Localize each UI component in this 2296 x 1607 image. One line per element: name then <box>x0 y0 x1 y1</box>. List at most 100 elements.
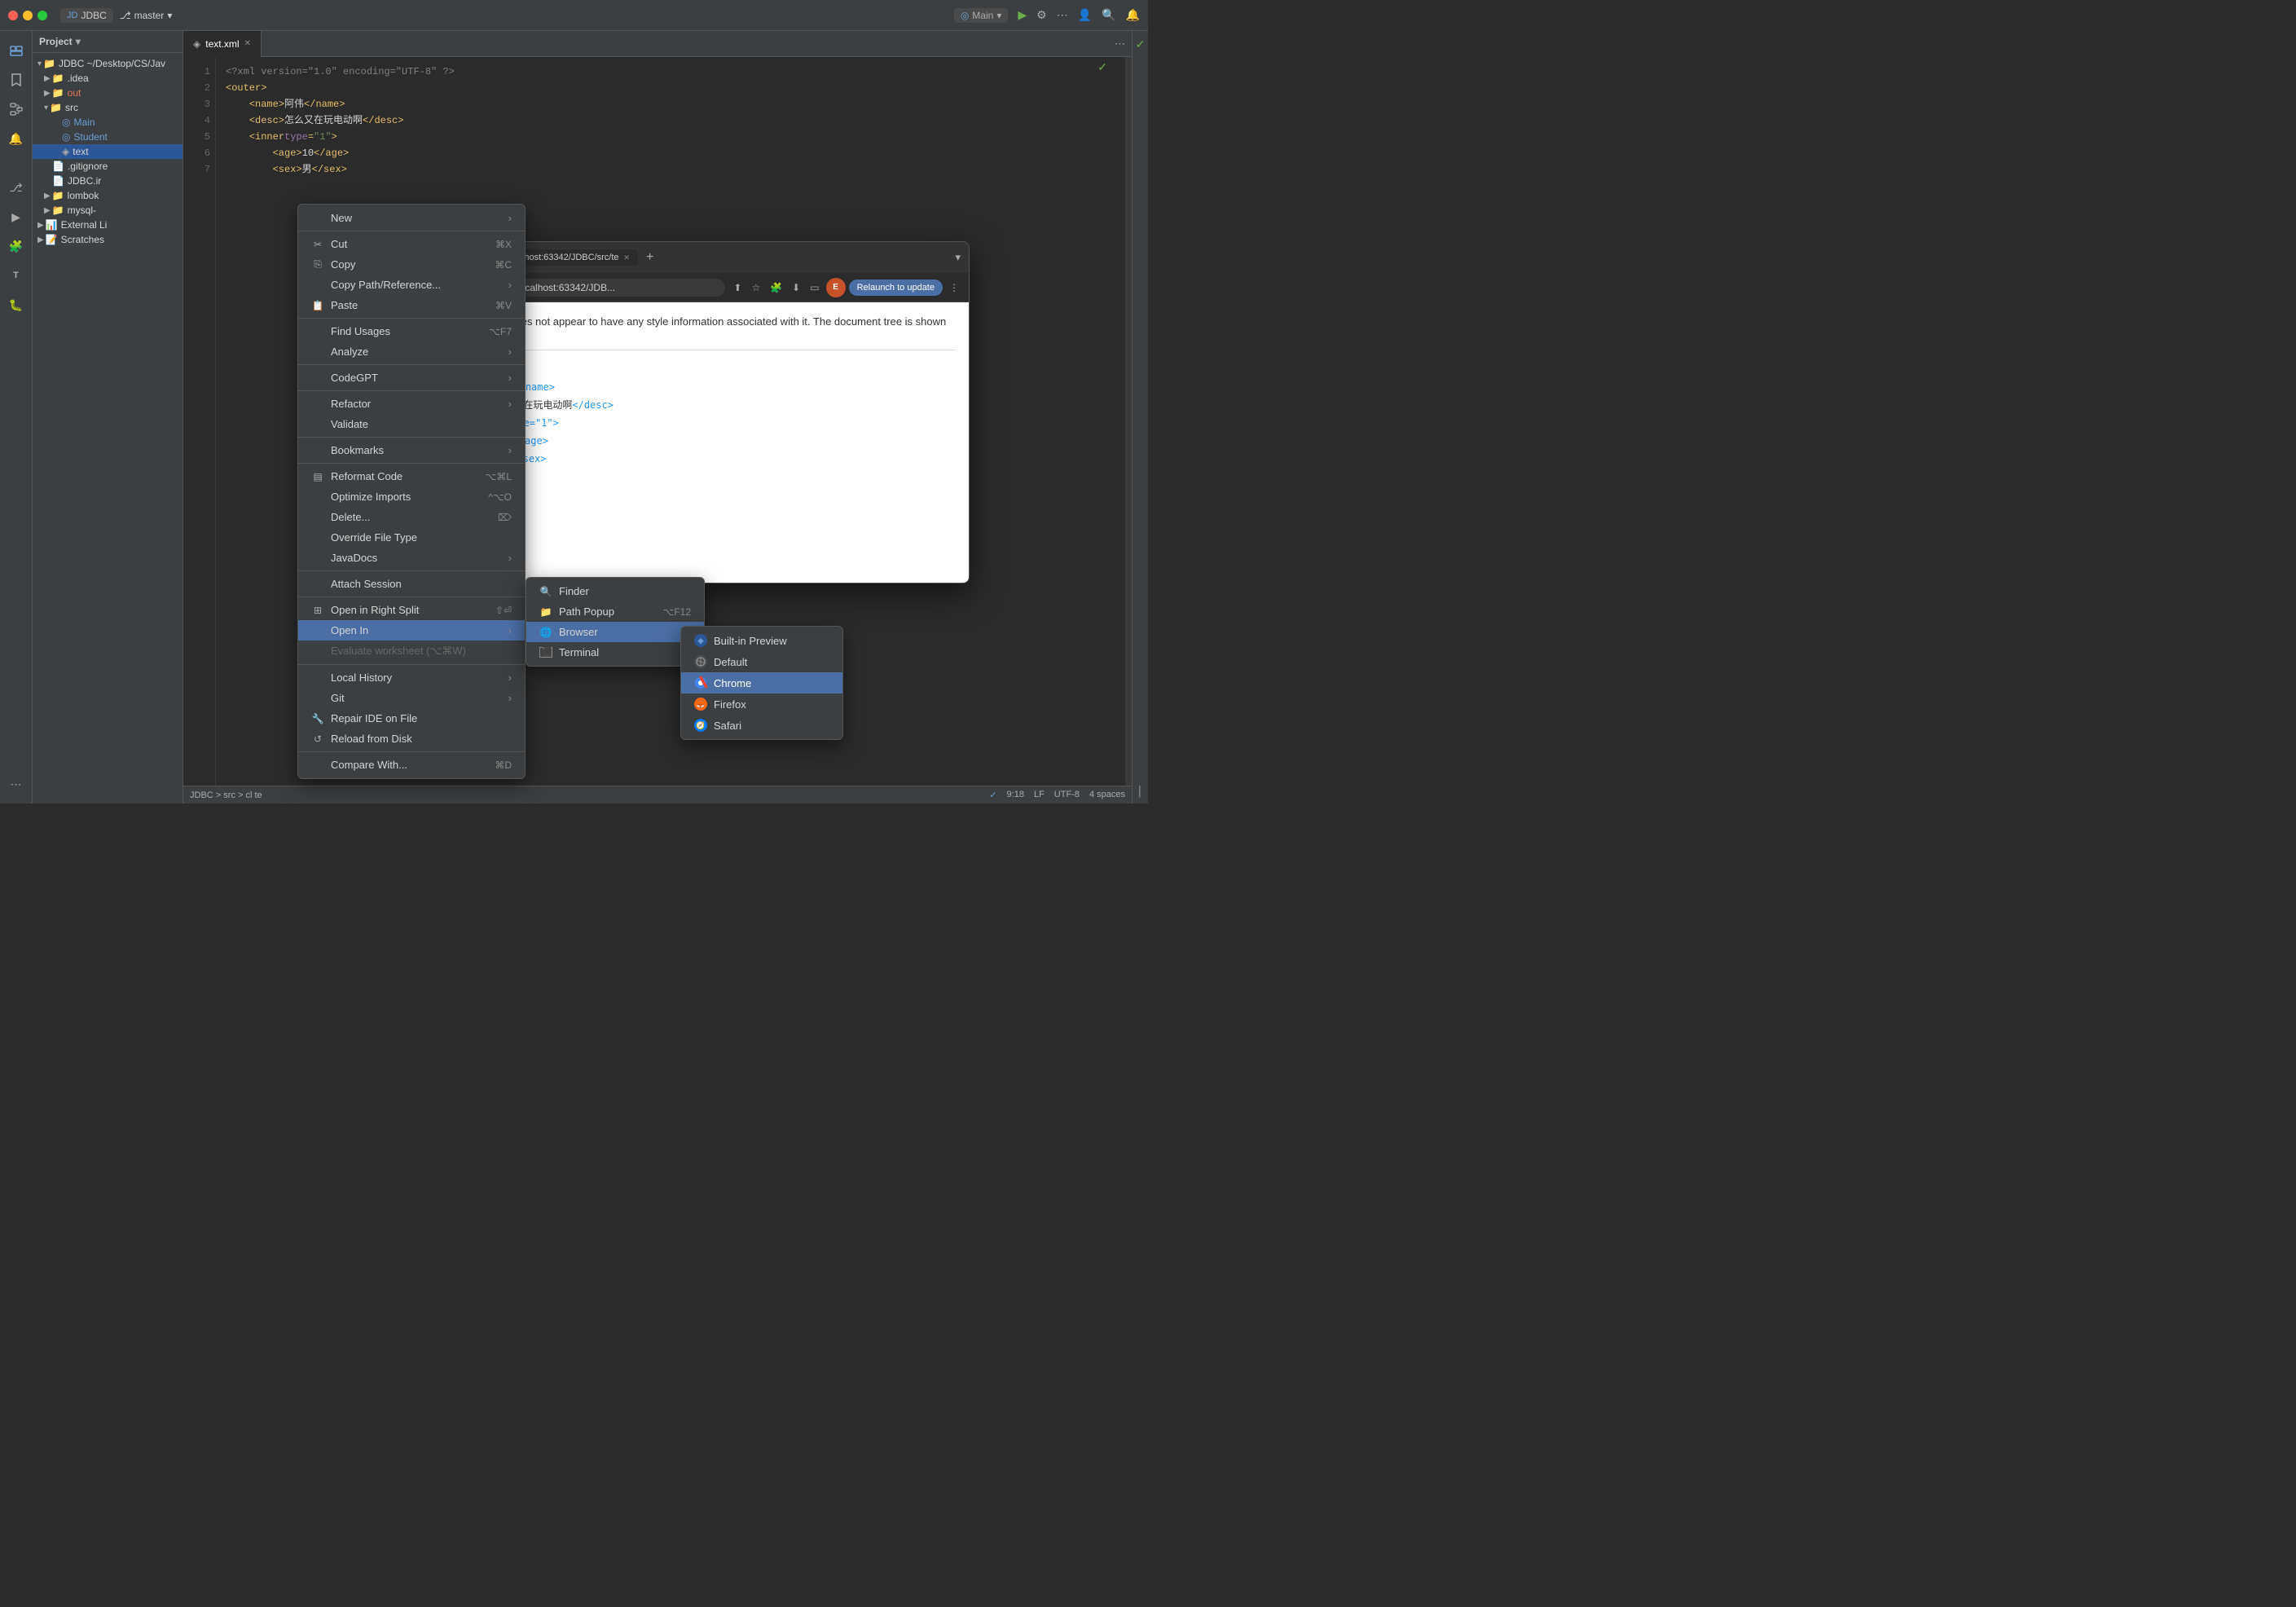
menu-item-attach-session[interactable]: Attach Session <box>298 574 525 594</box>
sidebar-icon-more[interactable]: ⋯ <box>3 771 29 797</box>
browser-item-safari[interactable]: 🧭 Safari <box>681 715 842 736</box>
browser-item-firefox[interactable]: 🦊 Firefox <box>681 693 842 715</box>
tree-item-mysql[interactable]: ▶ 📁 mysql- <box>33 203 183 218</box>
cursor-position[interactable]: 9:18 <box>1007 790 1024 800</box>
menu-item-copy-path[interactable]: Copy Path/Reference... › <box>298 275 525 295</box>
menu-item-bookmarks[interactable]: Bookmarks › <box>298 440 525 460</box>
browser-item-chrome[interactable]: Chrome <box>681 672 842 693</box>
tree-item-out[interactable]: ▶ 📁 out <box>33 86 183 100</box>
menu-separator-6 <box>298 463 525 464</box>
menu-item-compare[interactable]: Compare With... ⌘D <box>298 755 525 775</box>
code-line-5: <inner type="1"> <box>226 129 1115 145</box>
submenu-item-path-popup[interactable]: 📁 Path Popup ⌥F12 <box>526 601 704 622</box>
tree-item-external[interactable]: ▶ 📊 External Li <box>33 218 183 232</box>
menu-item-javadocs[interactable]: JavaDocs › <box>298 548 525 568</box>
submenu-item-terminal[interactable]: ⬛ Terminal <box>526 642 704 663</box>
vertical-scrollbar[interactable] <box>1125 57 1132 786</box>
project-tree: ▾ 📁 JDBC ~/Desktop/CS/Jav ▶ 📁 .idea ▶ 📁 … <box>33 53 183 804</box>
sidebar-icon-git[interactable]: ⎇ <box>3 174 29 200</box>
menu-item-codegpt[interactable]: CodeGPT › <box>298 368 525 388</box>
tree-item-jdbcir[interactable]: 📄 JDBC.ir <box>33 174 183 188</box>
extensions-button[interactable]: 🧩 <box>767 279 785 297</box>
sidebar-icon-run[interactable]: ▶ <box>3 204 29 230</box>
right-panel-icon-1[interactable]: ✓ <box>1133 34 1149 55</box>
sidebar-icon-project[interactable] <box>3 37 29 64</box>
menu-item-optimize[interactable]: Optimize Imports ^⌥O <box>298 487 525 507</box>
profile-button[interactable]: 👤 <box>1078 8 1092 22</box>
tab-more-button[interactable]: ⋯ <box>1108 37 1132 51</box>
tree-item-scratches[interactable]: ▶ 📝 Scratches <box>33 232 183 247</box>
menu-item-cut[interactable]: ✂ Cut ⌘X <box>298 234 525 254</box>
run-config-label[interactable]: ◎ Main ▾ <box>954 8 1009 23</box>
tree-item-gitignore[interactable]: 📄 .gitignore <box>33 159 183 174</box>
menu-item-open-right-split[interactable]: ⊞ Open in Right Split ⇧⏎ <box>298 600 525 620</box>
share-button[interactable]: ⬆ <box>730 279 745 297</box>
file-encoding[interactable]: UTF-8 <box>1054 790 1080 800</box>
menu-item-local-history[interactable]: Local History › <box>298 667 525 688</box>
branch-name: master <box>134 10 165 21</box>
xml-tag: </name> <box>304 96 345 112</box>
tree-item-jdbc[interactable]: ▾ 📁 JDBC ~/Desktop/CS/Jav <box>33 56 183 71</box>
tree-item-main[interactable]: ◎ Main <box>33 115 183 130</box>
sidebar-icon-notifications[interactable]: 🔔 <box>3 125 29 152</box>
right-panel-icon-2[interactable]: │ <box>1134 782 1147 800</box>
close-button[interactable] <box>8 11 18 20</box>
sidebar-icon-debug[interactable]: 🐛 <box>3 292 29 318</box>
branch-label[interactable]: ⎇ master ▾ <box>120 10 173 21</box>
indent-setting[interactable]: 4 spaces <box>1089 790 1125 800</box>
sidebar-icon-plugins[interactable]: 🧩 <box>3 233 29 259</box>
minimize-button[interactable] <box>23 11 33 20</box>
tree-item-student[interactable]: ◎ Student <box>33 130 183 144</box>
menu-item-find-usages[interactable]: Find Usages ⌥F7 <box>298 321 525 341</box>
tree-label: JDBC ~/Desktop/CS/Jav <box>59 58 165 69</box>
bookmark-button[interactable]: ☆ <box>748 279 763 297</box>
editor-tab-text-xml[interactable]: ◈ text.xml ✕ <box>183 31 262 57</box>
tree-item-lombok[interactable]: ▶ 📁 lombok <box>33 188 183 203</box>
tab-close-button[interactable]: ✕ <box>244 39 251 48</box>
sidebar-button[interactable]: ▭ <box>807 279 822 297</box>
sidebar-icon-structure[interactable] <box>3 96 29 122</box>
debug-button[interactable]: ⚙ <box>1036 8 1047 22</box>
menu-item-reformat[interactable]: ▤ Reformat Code ⌥⌘L <box>298 466 525 487</box>
menu-item-repair-ide[interactable]: 🔧 Repair IDE on File <box>298 708 525 729</box>
maximize-button[interactable] <box>37 11 47 20</box>
tree-label: lombok <box>68 190 99 201</box>
address-bar[interactable]: 🔒 localhost:63342/JDB... <box>490 279 725 297</box>
sidebar-icon-bookmarks[interactable] <box>3 67 29 93</box>
menu-item-paste[interactable]: 📋 Paste ⌘V <box>298 295 525 315</box>
browser-item-default[interactable]: Default <box>681 651 842 672</box>
sidebar-icon-terminal[interactable]: T <box>3 262 29 288</box>
notifications-button[interactable]: 🔔 <box>1126 8 1140 22</box>
tree-label: .idea <box>68 73 89 84</box>
submenu-item-browser[interactable]: 🌐 Browser › <box>526 622 704 642</box>
tree-item-idea[interactable]: ▶ 📁 .idea <box>33 71 183 86</box>
relaunch-button[interactable]: Relaunch to update <box>849 280 943 296</box>
browser-tab-close[interactable]: ✕ <box>624 253 631 262</box>
menu-item-reload[interactable]: ↺ Reload from Disk <box>298 729 525 749</box>
menu-item-refactor[interactable]: Refactor › <box>298 394 525 414</box>
project-label[interactable]: JD JDBC <box>60 8 113 23</box>
search-button[interactable]: 🔍 <box>1102 8 1115 22</box>
tree-item-text[interactable]: ◈ text <box>33 144 183 159</box>
menu-item-analyze[interactable]: Analyze › <box>298 341 525 362</box>
downloads-button[interactable]: ⬇ <box>789 279 803 297</box>
more-options-button[interactable]: ⋮ <box>946 279 962 297</box>
browser-item-builtin[interactable]: ◈ Built-in Preview <box>681 630 842 651</box>
menu-item-new[interactable]: New › <box>298 208 525 228</box>
browser-label: Safari <box>714 720 741 732</box>
menu-item-validate[interactable]: Validate <box>298 414 525 434</box>
menu-item-override[interactable]: Override File Type <box>298 527 525 548</box>
menu-item-copy[interactable]: ⎘ Copy ⌘C <box>298 254 525 275</box>
tree-item-src[interactable]: ▾ 📁 src <box>33 100 183 115</box>
line-separator[interactable]: LF <box>1034 790 1045 800</box>
run-button[interactable]: ▶ <box>1018 8 1027 22</box>
menu-item-delete[interactable]: Delete... ⌦ <box>298 507 525 527</box>
account-button[interactable]: E <box>826 278 846 297</box>
submenu-item-finder[interactable]: 🔍 Finder <box>526 581 704 601</box>
menu-item-open-in[interactable]: Open In › <box>298 620 525 641</box>
browser-new-tab-button[interactable]: + <box>641 250 658 265</box>
more-button[interactable]: ⋯ <box>1057 8 1068 22</box>
code-line-7: <sex>男</sex> <box>226 161 1115 178</box>
browser-expand-button[interactable]: ▾ <box>955 251 961 264</box>
menu-item-git[interactable]: Git › <box>298 688 525 708</box>
